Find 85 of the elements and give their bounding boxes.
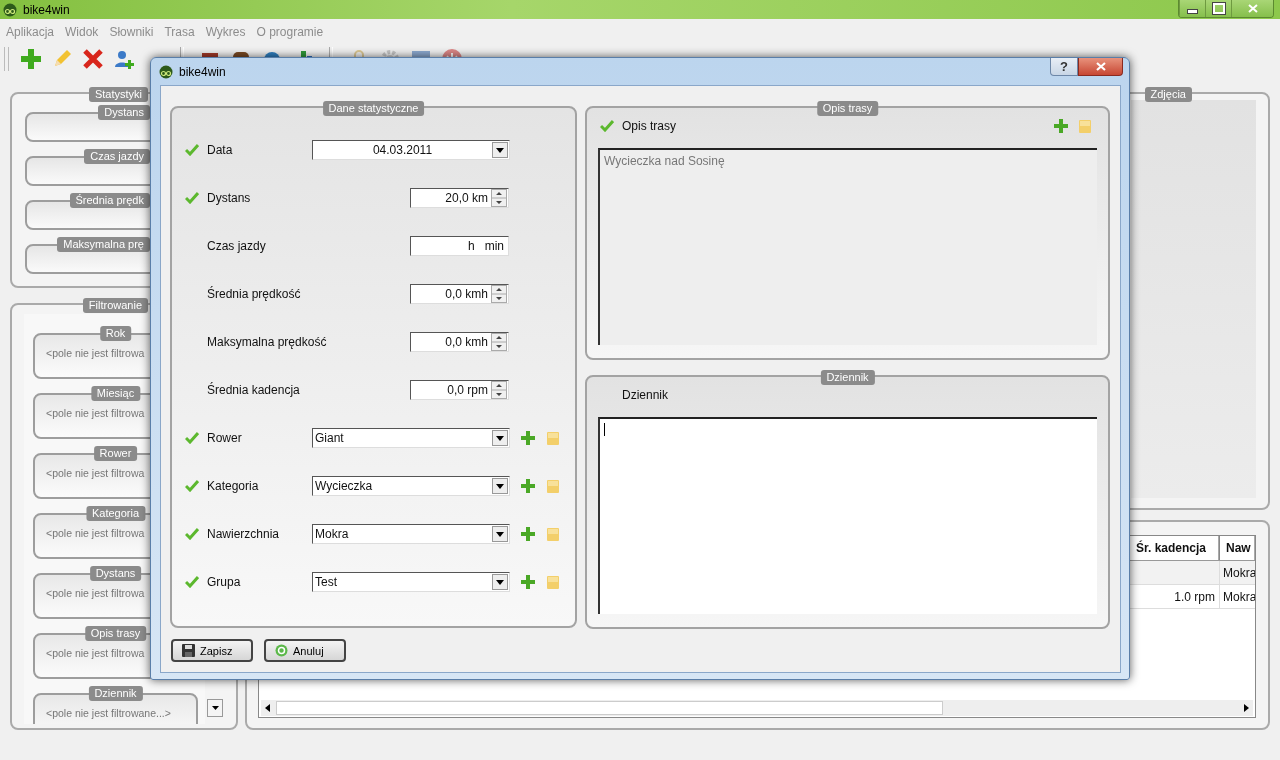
dropdown[interactable]: Wycieczka — [312, 476, 510, 496]
number-field[interactable]: 20,0 km — [410, 188, 509, 208]
maximize-button[interactable] — [1205, 0, 1231, 17]
dropdown[interactable]: Test — [312, 572, 510, 592]
panel-title: Filtrowanie — [82, 298, 148, 313]
statistic-label: Czas jazdy — [84, 149, 150, 164]
filter-value: <pole nie jest filtrowa — [46, 407, 145, 419]
bike-logo-icon — [3, 2, 17, 17]
field-label: Kategoria — [207, 479, 260, 493]
date-picker[interactable]: 04.03.2011 — [312, 140, 510, 160]
filter-value: <pole nie jest filtrowa — [46, 647, 145, 659]
description-field[interactable]: Wycieczka nad Sosinę — [598, 148, 1097, 345]
minimize-button[interactable] — [1179, 0, 1205, 17]
filter-value: <pole nie jest filtrowa — [46, 347, 145, 359]
close-button[interactable] — [1078, 58, 1123, 76]
filter-label: Opis trasy — [84, 626, 147, 641]
field-label: Nawierzchnia — [207, 527, 281, 541]
statistic-label: Maksymalna prę — [57, 237, 150, 252]
panel-title: Statystyki — [88, 87, 148, 102]
horizontal-scrollbar[interactable] — [261, 700, 1253, 716]
plus-icon[interactable] — [521, 431, 535, 445]
cancel-button[interactable]: Anuluj — [264, 639, 346, 662]
time-field[interactable]: h min — [410, 236, 509, 256]
number-field[interactable]: 0,0 kmh — [410, 284, 509, 304]
filter-label: Dziennik — [88, 686, 143, 701]
caret-icon[interactable] — [492, 526, 508, 542]
dropdown[interactable]: Mokra — [312, 524, 510, 544]
delete-icon[interactable] — [82, 48, 104, 70]
spinner-arrows-icon[interactable] — [491, 381, 507, 399]
bike-logo-icon — [159, 64, 173, 79]
field-label: Czas jazdy — [207, 239, 267, 253]
caret-right-icon[interactable] — [1244, 704, 1249, 712]
field-label: Maksymalna prędkość — [207, 335, 327, 349]
filter-value: <pole nie jest filtrowane...> — [46, 707, 171, 719]
plus-icon[interactable] — [20, 48, 42, 70]
field-label: Dystans — [207, 191, 252, 205]
field-label: Rower — [207, 431, 243, 445]
plus-icon[interactable] — [521, 479, 535, 493]
number-field[interactable]: 0,0 rpm — [410, 380, 509, 400]
column-header[interactable]: Naw — [1219, 536, 1255, 560]
spinner-arrows-icon[interactable] — [491, 333, 507, 351]
number-field[interactable]: 0,0 kmh — [410, 332, 509, 352]
plus-icon[interactable] — [521, 575, 535, 589]
caret-icon[interactable] — [492, 478, 508, 494]
statistic-label: Dystans — [98, 105, 150, 120]
save-button[interactable]: Zapisz — [171, 639, 253, 662]
filter-label: Rower — [93, 446, 138, 461]
caret-icon[interactable] — [492, 430, 508, 446]
panel-title: Zdjęcia — [1144, 87, 1192, 102]
caret-icon[interactable] — [492, 142, 508, 158]
field-label: Dziennik — [622, 388, 669, 402]
window-title: bike4win — [23, 2, 70, 17]
close-icon — [1095, 62, 1106, 71]
filter-value: <pole nie jest filtrowa — [46, 527, 145, 539]
help-button[interactable]: ? — [1050, 58, 1078, 76]
field-label: Średnia kadencja — [207, 383, 301, 397]
field-label: Średnia prędkość — [207, 287, 302, 301]
statistic-label: Średnia prędk — [69, 193, 150, 208]
dialog-title: bike4win — [179, 64, 226, 79]
filter-value: <pole nie jest filtrowa — [46, 467, 145, 479]
spinner-arrows-icon[interactable] — [491, 285, 507, 303]
spinner-arrows-icon[interactable] — [491, 189, 507, 207]
plus-icon[interactable] — [1054, 119, 1068, 133]
circular-arrows-icon — [275, 644, 288, 657]
field-label: Data — [207, 143, 234, 157]
filter-value: <pole nie jest filtrowa — [46, 587, 145, 599]
filter-label: Kategoria — [85, 506, 146, 521]
scroll-down-button[interactable] — [207, 699, 223, 717]
group-title: Opis trasy — [816, 101, 879, 116]
caret-icon[interactable] — [492, 574, 508, 590]
filter-label: Dystans — [89, 566, 142, 581]
group-title: Dziennik — [820, 370, 875, 385]
group-title: Dane statystyczne — [322, 101, 425, 116]
caret-left-icon[interactable] — [265, 704, 270, 712]
close-icon — [1247, 4, 1258, 13]
save-icon — [182, 644, 195, 657]
filter-label: Miesiąc — [90, 386, 141, 401]
filter-label: Rok — [99, 326, 132, 341]
field-label: Opis trasy — [622, 119, 676, 133]
person-add-icon[interactable] — [113, 48, 135, 70]
dropdown[interactable]: Giant — [312, 428, 510, 448]
journal-field[interactable] — [598, 417, 1097, 614]
field-label: Grupa — [207, 575, 242, 589]
caret-down-icon — [211, 706, 219, 710]
plus-icon[interactable] — [521, 527, 535, 541]
